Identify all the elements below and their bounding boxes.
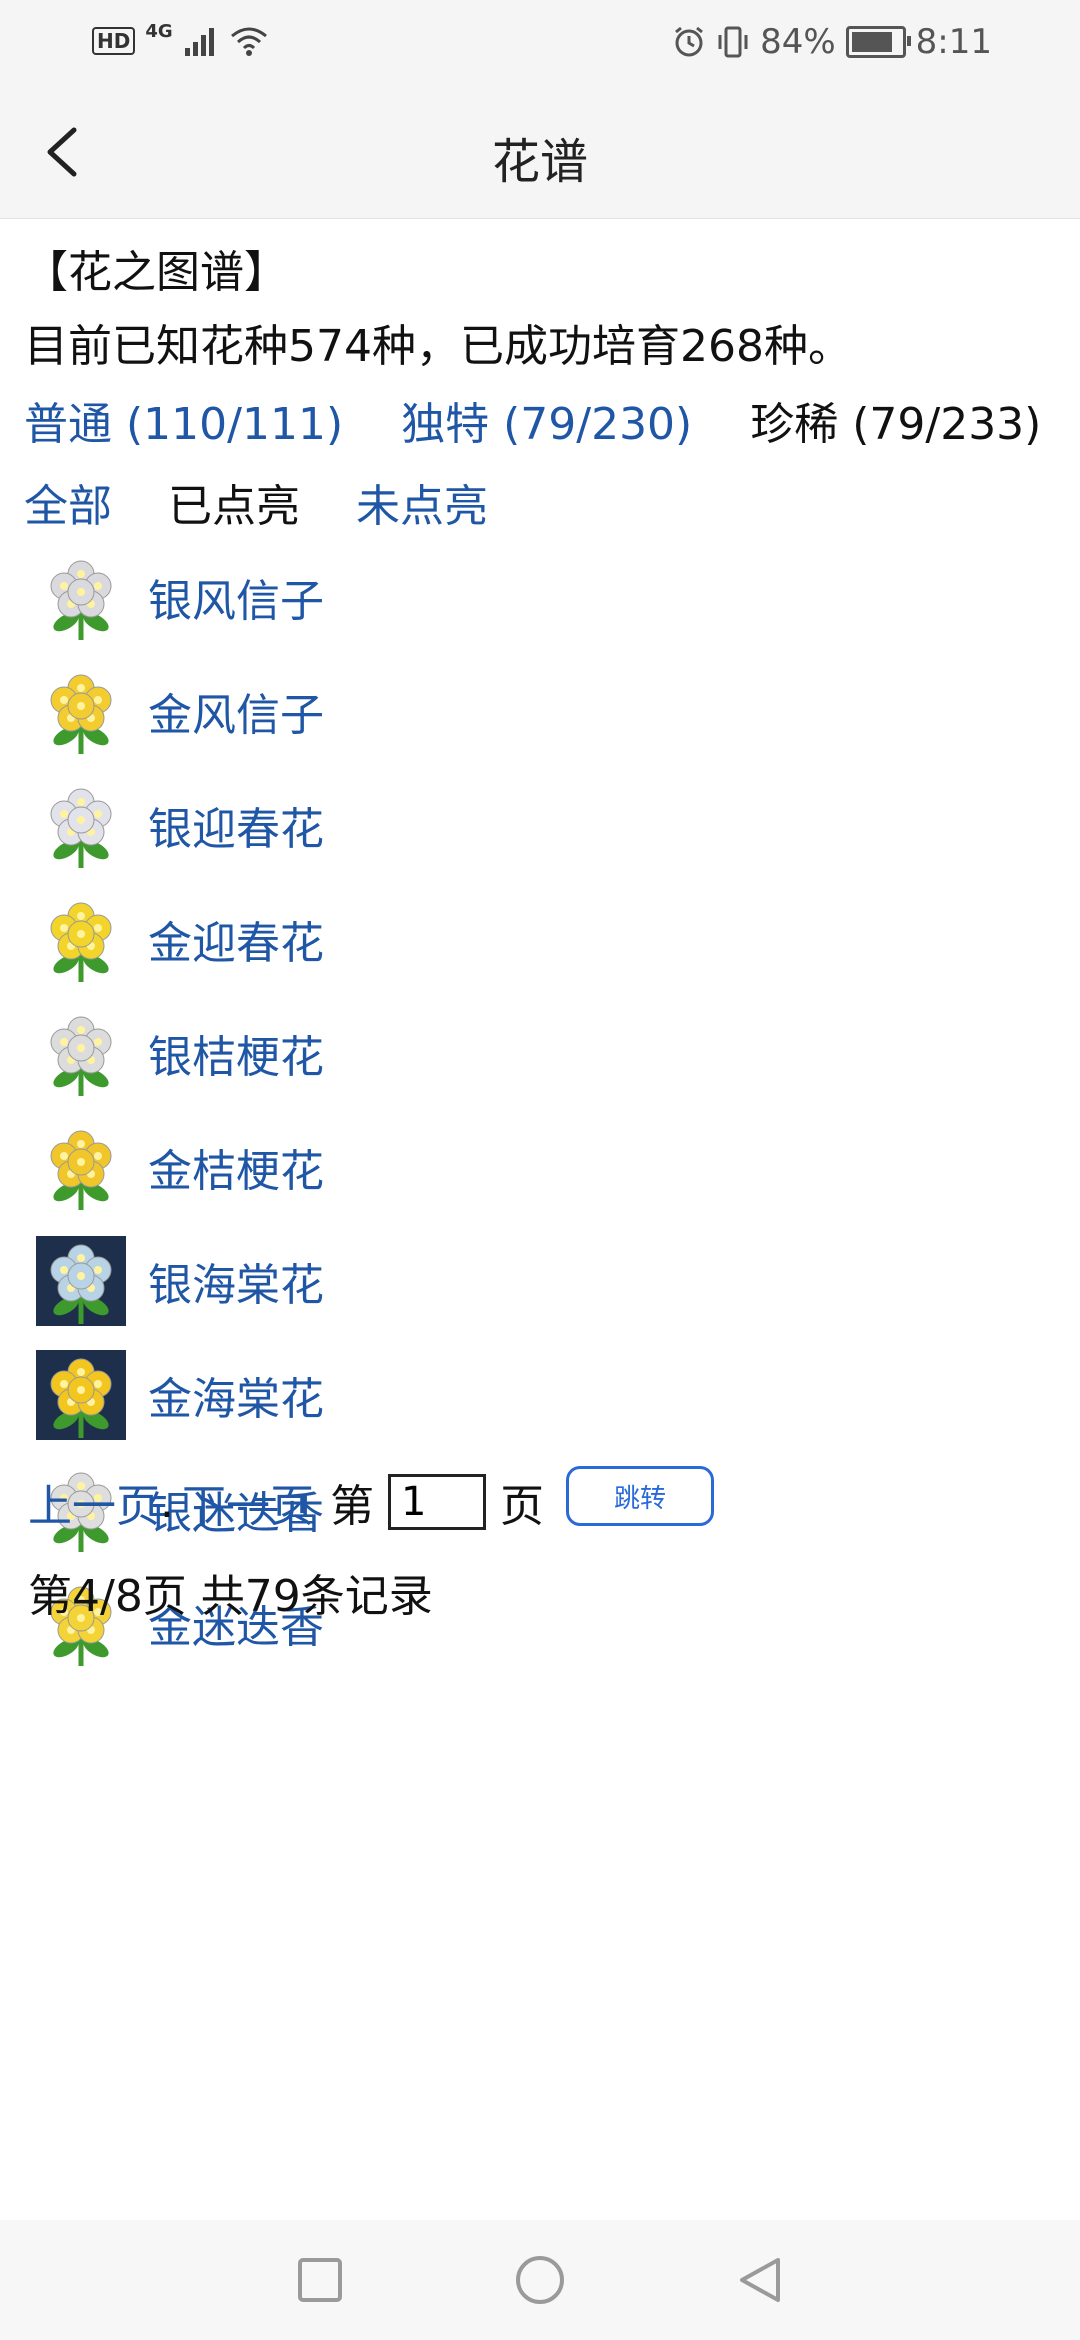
- status-bar: HD 4G 84% 8:11: [0, 0, 1080, 86]
- prev-page-link[interactable]: 上一页: [28, 1470, 160, 1534]
- category-tabs: 普通 (110/111) 独特 (79/230) 珍稀 (79/233): [24, 388, 1041, 452]
- pagination: 上一页 . 下一页 第 页 跳转: [28, 1466, 714, 1534]
- filter-tabs: 全部 已点亮 未点亮: [24, 470, 530, 534]
- flower-list-item[interactable]: 金桔梗花: [36, 1110, 324, 1224]
- pager-separator: .: [160, 1476, 174, 1528]
- summary-text: 目前已知花种574种，已成功培育268种。: [24, 321, 852, 372]
- page-title: 花谱: [491, 134, 588, 190]
- hd-badge: HD: [92, 27, 136, 55]
- status-right: 84% 8:11: [672, 22, 992, 62]
- page-number-input[interactable]: [388, 1474, 486, 1530]
- flower-name-link[interactable]: 金迎春花: [148, 907, 324, 971]
- app-header: 花谱: [0, 86, 1080, 219]
- flower-name-link[interactable]: 金海棠花: [148, 1363, 324, 1427]
- flower-list-item[interactable]: 银迎春花: [36, 768, 324, 882]
- flower-name-link[interactable]: 银海棠花: [148, 1249, 324, 1313]
- jump-button[interactable]: 跳转: [566, 1466, 714, 1526]
- section-heading: 【花之图谱】: [24, 247, 288, 298]
- flower-name-link[interactable]: 银迎春花: [148, 793, 324, 857]
- battery-icon: [845, 26, 911, 58]
- category-rare: 珍稀 (79/233): [750, 399, 1042, 450]
- clock: 8:11: [915, 22, 992, 62]
- back-nav-button[interactable]: [730, 2250, 790, 2310]
- flower-list-item[interactable]: 金海棠花: [36, 1338, 324, 1452]
- flower-icon: [36, 1122, 126, 1212]
- flower-icon: [36, 780, 126, 870]
- flower-icon: [36, 894, 126, 984]
- next-page-link[interactable]: 下一页: [182, 1470, 314, 1534]
- flower-name-link[interactable]: 银桔梗花: [148, 1021, 324, 1085]
- flower-icon: [36, 1350, 126, 1440]
- vibrate-icon: [718, 26, 748, 58]
- alarm-icon: [675, 26, 703, 57]
- flower-list-item[interactable]: 银风信子: [36, 540, 324, 654]
- flower-icon: [36, 666, 126, 756]
- battery-fill: [851, 32, 892, 52]
- flower-icon: [36, 1236, 126, 1326]
- filter-all[interactable]: 全部: [24, 481, 112, 532]
- square-icon: [298, 2258, 342, 2302]
- page-prefix-label: 第: [330, 1481, 374, 1532]
- signal-icon: [184, 28, 214, 56]
- battery-percent: 84%: [760, 22, 836, 62]
- flower-list-item[interactable]: 银桔梗花: [36, 996, 324, 1110]
- filter-unlit[interactable]: 未点亮: [356, 481, 488, 532]
- filter-lit: 已点亮: [168, 481, 300, 532]
- flower-name-link[interactable]: 银风信子: [148, 565, 324, 629]
- recent-apps-button[interactable]: [290, 2250, 350, 2310]
- flower-name-link[interactable]: 金风信子: [148, 679, 324, 743]
- flower-icon: [36, 1008, 126, 1098]
- flower-icon: [36, 552, 126, 642]
- category-unique[interactable]: 独特 (79/230): [401, 399, 692, 450]
- page-suffix-label: 页: [500, 1481, 544, 1532]
- circle-icon: [516, 2256, 564, 2304]
- wifi-icon: [230, 27, 267, 56]
- flower-name-link[interactable]: 金桔梗花: [148, 1135, 324, 1199]
- triangle-back-icon: [740, 2258, 780, 2302]
- page-record-summary: 第4/8页 共79条记录: [28, 1571, 433, 1622]
- status-left: HD 4G: [92, 20, 269, 58]
- flower-list-item[interactable]: 金风信子: [36, 654, 324, 768]
- flower-list-item[interactable]: 银海棠花: [36, 1224, 324, 1338]
- home-button[interactable]: [510, 2250, 570, 2310]
- flower-list-item[interactable]: 金迎春花: [36, 882, 324, 996]
- network-label: 4G: [145, 20, 173, 42]
- category-common[interactable]: 普通 (110/111): [24, 399, 343, 450]
- system-nav-bar: [0, 2220, 1080, 2340]
